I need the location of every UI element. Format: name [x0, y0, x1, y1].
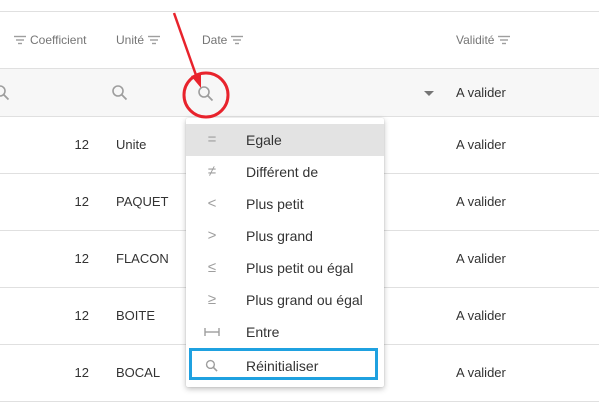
- menu-item-label: Plus grand: [246, 228, 313, 244]
- filter-lines-icon[interactable]: [14, 35, 26, 45]
- grid-filter-row: A valider: [0, 68, 599, 117]
- cell-unite: PAQUET: [116, 194, 169, 209]
- less-or-equal-icon: ≤: [207, 259, 217, 276]
- cell-validite: A valider: [456, 137, 506, 152]
- cell-validite: A valider: [456, 308, 506, 323]
- filter-lines-icon[interactable]: [148, 35, 161, 45]
- menu-item-plus-grand-ou-egal[interactable]: ≥ Plus grand ou égal: [186, 284, 384, 316]
- menu-item-plus-grand[interactable]: > Plus grand: [186, 220, 384, 252]
- menu-item-entre[interactable]: Entre: [186, 316, 384, 348]
- menu-item-egale[interactable]: = Egale: [186, 124, 384, 156]
- cell-coefficient: 12: [74, 365, 89, 380]
- menu-item-label: Plus petit ou égal: [246, 260, 354, 276]
- not-equal-icon: ≠: [207, 163, 217, 180]
- grid-header-row: Coefficient Unité Date Validité: [0, 12, 599, 68]
- less-than-icon: <: [207, 195, 217, 212]
- menu-item-plus-petit-ou-egal[interactable]: ≤ Plus petit ou égal: [186, 252, 384, 284]
- cell-validite: A valider: [456, 251, 506, 266]
- cell-unite: Unite: [116, 137, 147, 152]
- column-header-unite-label: Unité: [116, 33, 145, 47]
- date-filter-search-icon[interactable]: [197, 85, 215, 103]
- menu-item-label: Entre: [246, 324, 280, 340]
- column-header-date[interactable]: Date: [202, 33, 244, 47]
- menu-item-different-de[interactable]: ≠ Différent de: [186, 156, 384, 188]
- validite-filter-dropdown-caret-icon[interactable]: [424, 91, 434, 96]
- column-header-coefficient-label: Coefficient: [30, 33, 87, 47]
- cell-unite: FLACON: [116, 251, 169, 266]
- column-header-coefficient[interactable]: Coefficient: [14, 33, 86, 47]
- menu-item-label: Différent de: [246, 164, 319, 180]
- column-header-unite[interactable]: Unité: [116, 33, 161, 47]
- date-filter-operator-menu: = Egale ≠ Différent de < Plus petit > Pl…: [186, 118, 384, 387]
- cell-validite: A valider: [456, 365, 506, 380]
- cell-coefficient: 12: [74, 194, 89, 209]
- cell-coefficient: 12: [74, 308, 89, 323]
- menu-item-plus-petit[interactable]: < Plus petit: [186, 188, 384, 220]
- cell-coefficient: 12: [74, 251, 89, 266]
- reinitialiser-highlight-box: [189, 348, 378, 380]
- column-header-validite[interactable]: Validité: [456, 33, 511, 47]
- equals-icon: =: [207, 131, 217, 148]
- between-icon: [204, 328, 220, 336]
- menu-item-label: Plus grand ou égal: [246, 292, 363, 308]
- cell-validite: A valider: [456, 194, 506, 209]
- unite-filter-search-icon[interactable]: [111, 84, 129, 102]
- cell-coefficient: 12: [74, 137, 89, 152]
- cell-unite: BOCAL: [116, 365, 161, 380]
- menu-item-label: Egale: [246, 132, 282, 148]
- column-header-date-label: Date: [202, 33, 228, 47]
- menu-item-label: Plus petit: [246, 196, 304, 212]
- greater-or-equal-icon: ≥: [207, 291, 217, 308]
- filter-lines-icon[interactable]: [231, 35, 244, 45]
- coefficient-filter-search-icon[interactable]: [0, 84, 11, 102]
- greater-than-icon: >: [207, 227, 217, 244]
- column-header-validite-label: Validité: [456, 33, 495, 47]
- filter-lines-icon[interactable]: [498, 35, 511, 45]
- validite-filter-value[interactable]: A valider: [456, 85, 506, 100]
- cell-unite: BOITE: [116, 308, 156, 323]
